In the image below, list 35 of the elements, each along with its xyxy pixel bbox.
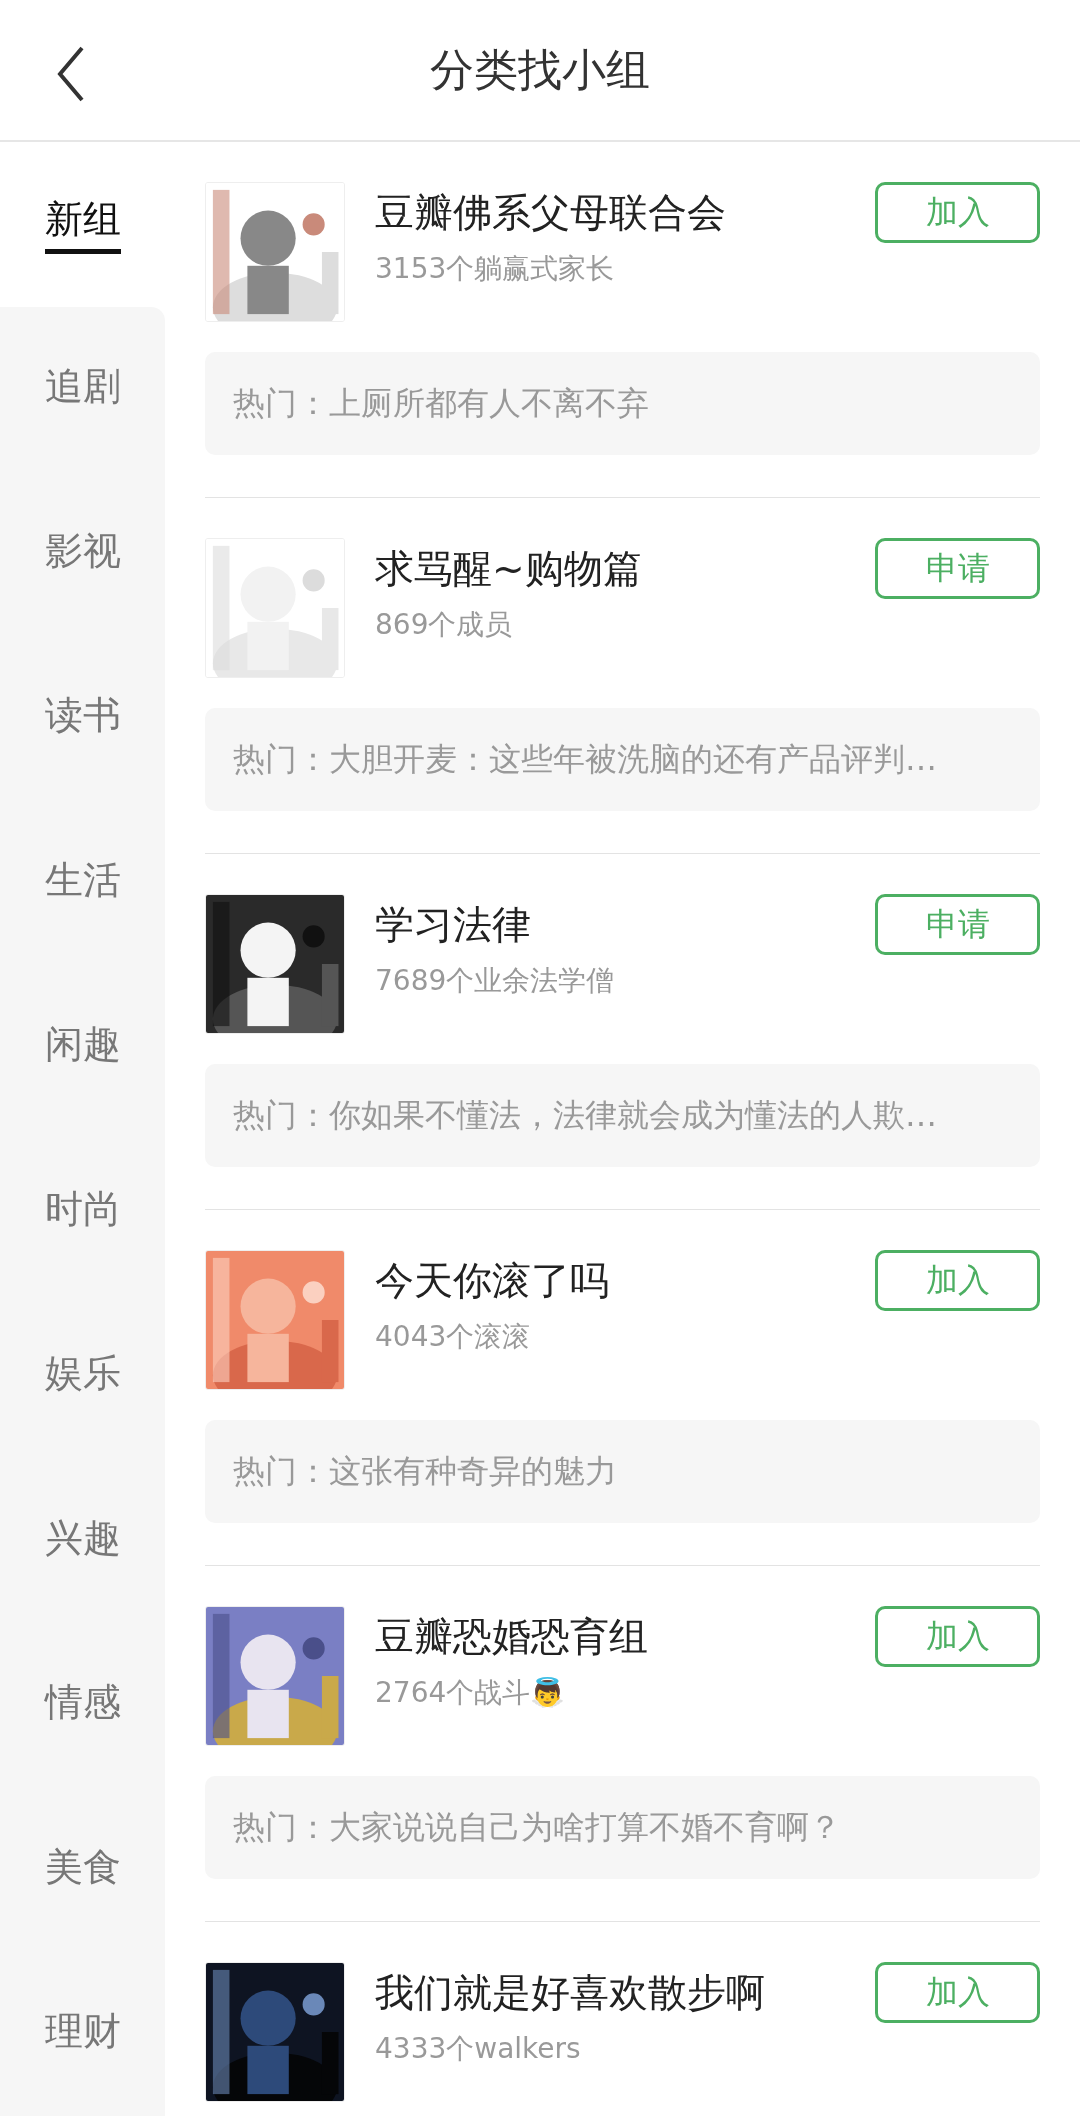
member-count: 869个成员 bbox=[375, 607, 514, 643]
category-tab[interactable]: 娱乐 bbox=[0, 1293, 165, 1458]
category-tab[interactable]: 理财 bbox=[0, 1951, 165, 2116]
page-title: 分类找小组 bbox=[430, 42, 650, 97]
member-count: 4333个walkers bbox=[375, 2031, 582, 2067]
group-name[interactable]: 我们就是好喜欢散步啊 bbox=[375, 1966, 875, 2020]
hot-topic[interactable]: 热门：这张有种奇异的魅力 bbox=[205, 1420, 1040, 1523]
member-count: 4043个滚滚 bbox=[375, 1319, 532, 1355]
category-tab[interactable]: 美食 bbox=[0, 1787, 165, 1952]
hot-topic[interactable]: 热门：大家说说自己为啥打算不婚不育啊？ bbox=[205, 1776, 1040, 1879]
hot-topic[interactable]: 热门：大胆开麦：这些年被洗脑的还有产品评判… bbox=[205, 708, 1040, 811]
category-tab[interactable]: 情感 bbox=[0, 1622, 165, 1787]
group-name[interactable]: 求骂醒~购物篇 bbox=[375, 542, 875, 596]
group-name[interactable]: 今天你滚了吗 bbox=[375, 1254, 875, 1308]
member-count: 3153个躺赢式家长 bbox=[375, 251, 616, 287]
hot-topic[interactable]: 热门：你如果不懂法，法律就会成为懂法的人欺… bbox=[205, 1064, 1040, 1167]
category-tab[interactable]: 兴趣 bbox=[0, 1458, 165, 1623]
join-button[interactable]: 加入 bbox=[875, 1962, 1040, 2023]
join-button[interactable]: 加入 bbox=[875, 1250, 1040, 1311]
category-tab[interactable]: 闲趣 bbox=[0, 964, 165, 1129]
hot-topic[interactable]: 热门：上厕所都有人不离不弃 bbox=[205, 352, 1040, 455]
member-count: 2764个战斗👼 bbox=[375, 1675, 567, 1711]
category-tab[interactable]: 生活 bbox=[0, 800, 165, 965]
group-name[interactable]: 豆瓣恐婚恐育组 bbox=[375, 1610, 875, 1664]
join-button[interactable]: 加入 bbox=[875, 182, 1040, 243]
join-button[interactable]: 申请 bbox=[875, 538, 1040, 599]
group-name[interactable]: 豆瓣佛系父母联合会 bbox=[375, 186, 875, 240]
category-tab[interactable]: 时尚 bbox=[0, 1129, 165, 1294]
category-tab[interactable]: 读书 bbox=[0, 635, 165, 800]
category-tab[interactable]: 影视 bbox=[0, 471, 165, 636]
group-name[interactable]: 学习法律 bbox=[375, 898, 875, 952]
member-count: 7689个业余法学僧 bbox=[375, 963, 616, 999]
join-button[interactable]: 申请 bbox=[875, 894, 1040, 955]
category-tab[interactable]: 追剧 bbox=[0, 306, 165, 471]
join-button[interactable]: 加入 bbox=[875, 1606, 1040, 1667]
